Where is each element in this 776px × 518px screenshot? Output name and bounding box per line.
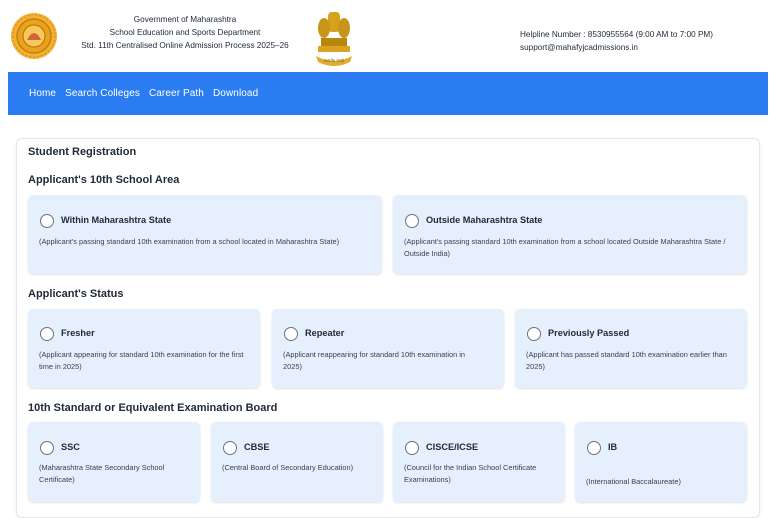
nav-links: Home Search Colleges Career Path Downloa… xyxy=(29,88,258,99)
radio-passed[interactable] xyxy=(527,327,541,341)
board-ssc-label: SSC xyxy=(61,442,80,452)
status-repeater-option[interactable]: Repeater (Applicant reappearing for stan… xyxy=(272,309,504,388)
contact-info: Helpline Number : 8530955564 (9:00 AM to… xyxy=(520,28,713,54)
dept-title: School Education and Sports Department xyxy=(109,28,261,37)
nav-home-link[interactable]: Home xyxy=(29,88,56,99)
area-outside-desc: (Applicant's passing standard 10th exami… xyxy=(404,237,726,258)
national-emblem-icon: सत्यमेव जयते xyxy=(316,12,352,66)
radio-repeater[interactable] xyxy=(284,327,298,341)
main-nav: Home Search Colleges Career Path Downloa… xyxy=(8,72,768,115)
status-passed-label: Previously Passed xyxy=(548,328,630,338)
maharashtra-seal-icon xyxy=(11,13,57,59)
site-header: Government of Maharashtra School Educati… xyxy=(0,0,776,72)
status-passed-option[interactable]: Previously Passed (Applicant has passed … xyxy=(515,309,747,388)
board-ib-label: IB xyxy=(608,442,618,452)
nav-download-link[interactable]: Download xyxy=(213,88,258,99)
support-email[interactable]: support@mahafyjcadmissions.in xyxy=(520,41,713,54)
radio-cbse[interactable] xyxy=(223,441,237,455)
radio-within[interactable] xyxy=(40,214,54,228)
header-titles: Government of Maharashtra School Educati… xyxy=(60,13,310,52)
helpline-text: Helpline Number : 8530955564 (9:00 AM to… xyxy=(520,30,713,39)
status-repeater-label: Repeater xyxy=(305,328,345,338)
radio-ib[interactable] xyxy=(587,441,601,455)
radio-cisce[interactable] xyxy=(405,441,419,455)
status-fresher-desc: (Applicant appearing for standard 10th e… xyxy=(39,350,244,371)
board-cbse-option[interactable]: CBSE (Central Board of Secondary Educati… xyxy=(211,422,383,502)
board-ib-desc: (International Baccalaureate) xyxy=(586,477,681,486)
radio-fresher[interactable] xyxy=(40,327,54,341)
nav-career-path-link[interactable]: Career Path xyxy=(149,88,204,99)
area-outside-option[interactable]: Outside Maharashtra State (Applicant's p… xyxy=(393,195,747,274)
govt-title: Government of Maharashtra xyxy=(133,15,237,24)
status-fresher-label: Fresher xyxy=(61,328,95,338)
radio-ssc[interactable] xyxy=(40,441,54,455)
area-outside-label: Outside Maharashtra State xyxy=(426,215,543,225)
board-cisce-option[interactable]: CISCE/ICSE (Council for the Indian Schoo… xyxy=(393,422,565,502)
board-cisce-label: CISCE/ICSE xyxy=(426,442,479,452)
form-title: Student Registration xyxy=(28,146,137,158)
area-within-label: Within Maharashtra State xyxy=(61,215,172,225)
radio-outside[interactable] xyxy=(405,214,419,228)
area-within-desc: (Applicant's passing standard 10th exami… xyxy=(39,237,340,246)
status-passed-desc: (Applicant has passed standard 10th exam… xyxy=(526,350,727,371)
status-repeater-desc: (Applicant reappearing for standard 10th… xyxy=(283,350,466,371)
board-cbse-desc: (Central Board of Secondary Education) xyxy=(222,463,354,472)
board-section-title: 10th Standard or Equivalent Examination … xyxy=(28,402,278,414)
area-within-option[interactable]: Within Maharashtra State (Applicant's pa… xyxy=(28,195,382,274)
board-cbse-label: CBSE xyxy=(244,442,270,452)
board-ssc-desc: (Maharashtra State Secondary School Cert… xyxy=(39,463,165,484)
area-section-title: Applicant's 10th School Area xyxy=(28,174,180,186)
status-fresher-option[interactable]: Fresher (Applicant appearing for standar… xyxy=(28,309,260,388)
status-section-title: Applicant's Status xyxy=(28,288,124,300)
process-title: Std. 11th Centralised Online Admission P… xyxy=(81,41,289,50)
nav-search-colleges-link[interactable]: Search Colleges xyxy=(65,88,140,99)
board-cisce-desc: (Council for the Indian School Certifica… xyxy=(404,463,537,484)
emblem-motto: सत्यमेव जयते xyxy=(324,58,344,63)
board-ssc-option[interactable]: SSC (Maharashtra State Secondary School … xyxy=(28,422,200,502)
board-ib-option[interactable]: IB (International Baccalaureate) xyxy=(575,422,747,502)
